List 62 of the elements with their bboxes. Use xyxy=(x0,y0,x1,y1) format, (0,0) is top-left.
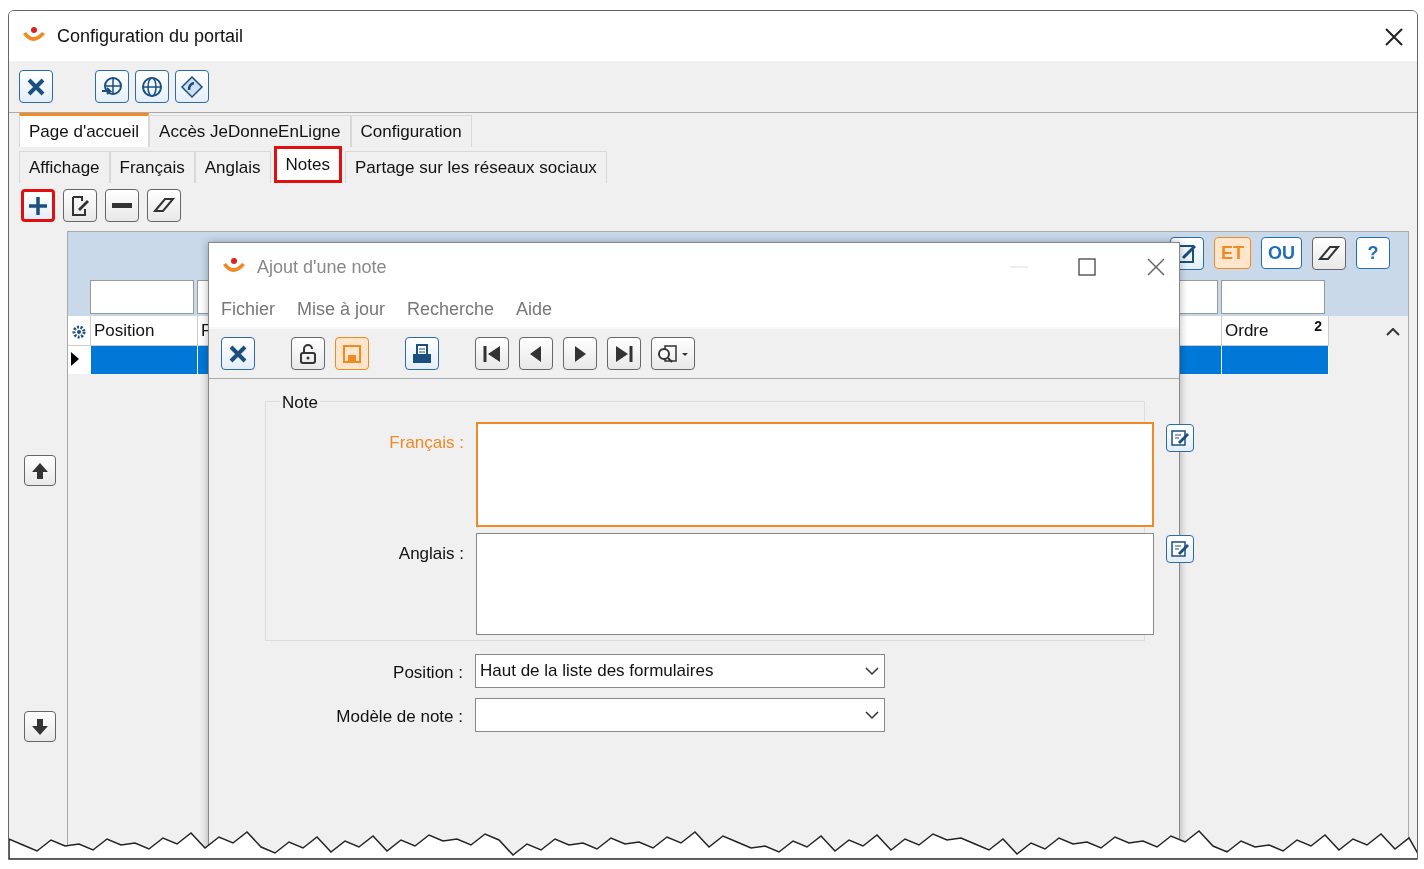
move-up-button[interactable] xyxy=(24,455,56,486)
add-button[interactable] xyxy=(21,189,55,222)
tab[interactable]: Français xyxy=(109,150,195,183)
menu-item[interactable]: Mise à jour xyxy=(297,295,386,323)
tab[interactable]: Configuration xyxy=(350,114,472,147)
menu-item[interactable]: Recherche xyxy=(407,295,495,323)
field-label: Anglais : xyxy=(397,543,464,565)
next-button[interactable] xyxy=(563,337,597,370)
tab[interactable]: Notes xyxy=(273,145,342,183)
chevron-down-icon xyxy=(864,710,880,720)
diamond-button[interactable] xyxy=(175,70,209,103)
field-label: Modèle de note : xyxy=(335,706,463,728)
tab[interactable]: Partage sur les réseaux sociaux xyxy=(344,150,607,183)
sort-order: 2 xyxy=(1314,317,1322,336)
tab[interactable]: Page d'accueil xyxy=(19,112,150,147)
diamond-icon xyxy=(180,74,204,99)
close-button[interactable] xyxy=(221,337,255,370)
move-down-button[interactable] xyxy=(24,711,56,742)
eraser-button[interactable] xyxy=(1312,237,1346,270)
dropdown[interactable]: Haut de la liste des formulaires xyxy=(475,654,885,688)
filter-field[interactable] xyxy=(1221,280,1325,314)
eraser-button[interactable] xyxy=(147,189,181,222)
gear-icon xyxy=(71,323,87,340)
tab[interactable]: Accès JeDonneEnLigne xyxy=(149,114,351,147)
globe-icon xyxy=(140,74,164,99)
chevron-up-icon xyxy=(1386,328,1400,336)
field-label: Français : xyxy=(388,432,464,454)
unlock-button[interactable] xyxy=(291,337,325,370)
globe-button[interactable] xyxy=(135,70,169,103)
menu-item[interactable]: Fichier xyxy=(221,295,275,323)
tab[interactable]: Anglais xyxy=(194,150,271,183)
dialog-title: Ajout d'une note xyxy=(257,255,387,279)
text-area[interactable] xyxy=(476,533,1154,635)
globe-arrow-button[interactable] xyxy=(95,70,129,103)
filter-field[interactable] xyxy=(90,280,194,314)
edit-button[interactable] xyxy=(63,189,97,222)
previous-button[interactable] xyxy=(519,337,553,370)
dropdown[interactable] xyxy=(475,698,885,732)
chevron-down-icon xyxy=(864,666,880,676)
close-button[interactable] xyxy=(19,70,53,103)
remove-button[interactable] xyxy=(105,189,139,222)
edit-text-button[interactable] xyxy=(1166,424,1194,452)
window-title: Configuration du portail xyxy=(57,24,244,48)
search-button[interactable] xyxy=(651,337,695,370)
edit-icon xyxy=(1170,539,1190,559)
last-record-button[interactable] xyxy=(607,337,641,370)
print-icon xyxy=(410,341,434,366)
maximize-icon[interactable] xyxy=(1077,257,1097,277)
print-button[interactable] xyxy=(405,337,439,370)
column-header[interactable]: Ordre 2 xyxy=(1222,316,1329,346)
edit-text-button[interactable] xyxy=(1166,535,1194,563)
dropdown-value: Haut de la liste des formulaires xyxy=(480,660,714,683)
help-button[interactable]: ? xyxy=(1356,237,1390,269)
menu-item[interactable]: Aide xyxy=(516,295,553,323)
column-header[interactable]: Position xyxy=(91,316,198,346)
arrow-down-icon xyxy=(30,716,50,737)
edit-icon xyxy=(1170,428,1190,448)
tab[interactable]: Affichage xyxy=(19,150,110,183)
filter-operator-button[interactable]: OU xyxy=(1261,237,1302,269)
first-record-button[interactable] xyxy=(475,337,509,370)
minus-icon xyxy=(112,203,132,208)
field-label: Position : xyxy=(392,662,463,684)
